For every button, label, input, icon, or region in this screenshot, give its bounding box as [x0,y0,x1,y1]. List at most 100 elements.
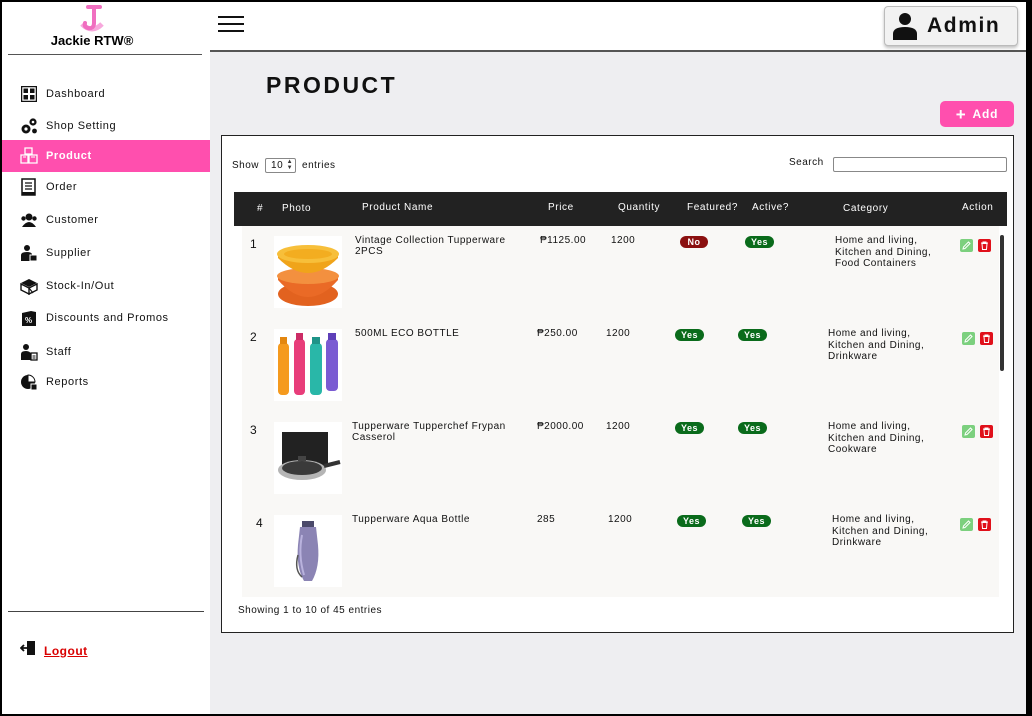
product-name: Vintage Collection Tupperware 2PCS [355,235,506,257]
entries-select-value: 10 [271,160,284,171]
sidebar-item-dashboard[interactable]: Dashboard [2,78,210,110]
users-icon [19,210,39,230]
product-price: 285 [537,514,556,525]
divider [8,611,204,612]
product-quantity: 1200 [606,421,631,432]
featured-badge: Yes [675,422,705,434]
hamburger-icon [218,16,244,18]
plus-icon: + [955,104,967,124]
column-header-photo: Photo [282,203,312,214]
brand: Jackie RTW® [2,2,202,54]
sidebar-item-label: Supplier [46,247,92,259]
table-scrollbar[interactable] [1000,235,1004,371]
sidebar-item-order[interactable]: Order [2,171,210,203]
row-number: 3 [250,423,258,437]
sidebar-item-label: Reports [46,376,89,388]
reports-icon [19,372,39,392]
app-window: Jackie RTW® Dashboard Shop Setting Produ… [2,2,1026,714]
active-badge: Yes [738,422,768,434]
pencil-icon [962,520,971,529]
delete-button[interactable] [978,518,991,531]
user-icon [893,12,917,40]
sidebar-item-product[interactable]: Product [2,140,210,172]
delete-button[interactable] [978,239,991,252]
supplier-icon [19,243,39,263]
staff-icon [19,342,39,362]
menu-toggle-button[interactable] [218,16,244,36]
row-number: 1 [250,237,258,251]
active-badge: Yes [745,236,775,248]
sidebar-item-stock-in-out[interactable]: Stock-In/Out [2,270,210,302]
admin-label: Admin [927,14,1001,37]
delete-button[interactable] [980,332,993,345]
sidebar-item-label: Staff [46,346,72,358]
column-header-category: Category [843,203,889,214]
delete-button[interactable] [980,425,993,438]
product-category: Home and living, Kitchen and Dining, Foo… [835,235,932,269]
brand-logo [80,5,104,32]
search-input[interactable] [833,157,1007,172]
product-photo [274,515,342,587]
product-name: Tupperware Tupperchef Frypan Casserol [352,421,506,443]
add-label: Add [972,107,999,121]
sidebar-item-discounts[interactable]: % Discounts and Promos [2,302,210,334]
product-category: Home and living, Kitchen and Dining, Coo… [828,421,925,455]
product-photo [274,329,342,401]
table-header: # Photo Product Name Price Quantity Feat… [234,192,1007,226]
trash-icon [983,334,990,343]
sidebar-item-label: Order [46,181,78,193]
clipboard-icon [19,177,39,197]
product-photo [274,236,342,308]
sidebar-item-label: Discounts and Promos [46,312,169,324]
sidebar-item-shop-setting[interactable]: Shop Setting [2,110,210,142]
edit-button[interactable] [962,425,975,438]
product-name: 500ML ECO BOTTLE [355,328,460,339]
sidebar-item-customer[interactable]: Customer [2,204,210,236]
show-label: Show [232,160,260,171]
product-photo [274,422,342,494]
add-product-button[interactable]: + Add [940,101,1014,127]
edit-button[interactable] [960,518,973,531]
logout-icon [19,640,36,661]
gears-icon [19,116,39,136]
product-price: ₱1125.00 [540,235,587,246]
sidebar-item-staff[interactable]: Staff [2,336,210,368]
sidebar-item-label: Dashboard [46,88,106,100]
table-body: 1 Vintage Collection Tupperware 2PCS ₱11… [242,226,999,597]
sidebar-item-label: Customer [46,214,99,226]
sidebar-item-supplier[interactable]: Supplier [2,237,210,269]
column-header-quantity: Quantity [618,202,661,213]
entries-length-control: Show 10 ▲ ▼ entries [232,158,336,173]
edit-button[interactable] [960,239,973,252]
topbar: Admin [210,2,1026,52]
entries-select[interactable]: 10 ▲ ▼ [265,158,297,173]
row-number: 4 [256,516,264,530]
column-header-product-name: Product Name [362,202,434,213]
page-title: PRODUCT [266,72,398,98]
product-quantity: 1200 [606,328,631,339]
active-badge: Yes [738,329,768,341]
product-category: Home and living, Kitchen and Dining, Dri… [832,514,929,548]
active-badge: Yes [742,515,772,527]
sidebar: Jackie RTW® Dashboard Shop Setting Produ… [2,2,210,714]
admin-account-button[interactable]: Admin [884,6,1018,46]
table-row: 1 Vintage Collection Tupperware 2PCS ₱11… [242,226,999,319]
row-number: 2 [250,330,258,344]
trash-icon [983,427,990,436]
product-price: ₱250.00 [537,328,578,339]
discount-icon: % [19,308,39,328]
featured-badge: Yes [675,329,705,341]
sidebar-item-label: Shop Setting [46,120,117,132]
sidebar-item-reports[interactable]: Reports [2,366,210,398]
box-icon [19,276,39,296]
trash-icon [981,241,988,250]
logout-button[interactable]: Logout [19,640,88,661]
table-row: 2 500ML ECO BOTTLE ₱250.00 1200 Yes Yes … [242,319,999,412]
column-header-number: # [257,203,264,214]
pencil-icon [964,334,973,343]
product-price: ₱2000.00 [537,421,584,432]
featured-badge: No [680,236,708,248]
brand-name: Jackie RTW® [50,33,134,48]
edit-button[interactable] [962,332,975,345]
table-info: Showing 1 to 10 of 45 entries [238,605,383,616]
